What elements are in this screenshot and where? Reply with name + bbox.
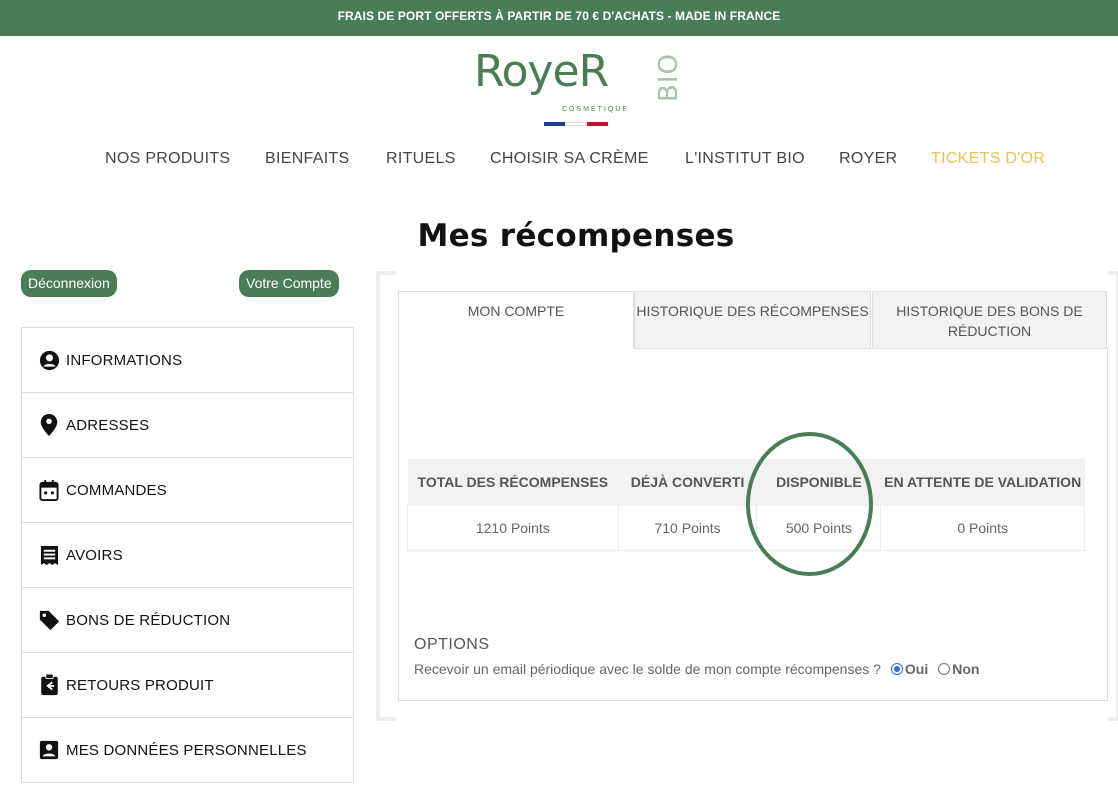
nav-choisir-sa-creme[interactable]: CHOISIR SA CRÈME [490, 150, 649, 168]
radio-non[interactable] [938, 663, 951, 675]
logo-subtitle: COSMETIQUE [562, 106, 630, 113]
radio-oui[interactable] [890, 663, 903, 675]
sidebar-item-informations[interactable]: INFORMATIONS [22, 328, 353, 393]
calendar-icon [38, 479, 60, 501]
highlight-circle [746, 432, 873, 576]
options-title: OPTIONS [414, 636, 490, 653]
tab-historique-recompenses[interactable]: HISTORIQUE DES RÉCOMPENSES [634, 291, 871, 349]
site-logo[interactable]: RoyeR BIO COSMETIQUE [470, 44, 685, 130]
sidebar-item-label: RETOURS PRODUIT [66, 676, 214, 694]
sidebar-item-label: INFORMATIONS [66, 351, 183, 369]
radio-oui-label[interactable]: Oui [905, 661, 928, 677]
nav-nos-produits[interactable]: NOS PRODUITS [105, 150, 230, 168]
tag-icon [38, 609, 60, 631]
nav-tickets-dor[interactable]: TICKETS D'OR [931, 150, 1045, 168]
main-navigation: NOS PRODUITS BIENFAITS RITUELS CHOISIR S… [0, 150, 1118, 174]
sidebar-item-label: ADRESSES [66, 416, 150, 434]
content-frame-right [1108, 271, 1118, 721]
sidebar-item-commandes[interactable]: COMMANDES [22, 458, 353, 523]
shipping-banner: FRAIS DE PORT OFFERTS À PARTIR DE 70 € D… [0, 0, 1118, 36]
sidebar-item-adresses[interactable]: ADRESSES [22, 393, 353, 458]
value-en-attente: 0 Points [880, 504, 1085, 551]
page-title: Mes récompenses [417, 218, 735, 254]
account-button[interactable]: Votre Compte [239, 270, 339, 297]
sidebar-item-donnees-personnelles[interactable]: MES DONNÉES PERSONNELLES [22, 718, 353, 783]
receipt-icon [38, 544, 60, 566]
header-deja-converti: DÉJÀ CONVERTI [618, 459, 757, 505]
id-card-icon [38, 739, 60, 761]
sidebar-item-label: MES DONNÉES PERSONNELLES [66, 741, 307, 759]
tab-historique-bons[interactable]: HISTORIQUE DES BONS DE RÉDUCTION [872, 291, 1107, 349]
header-total: TOTAL DES RÉCOMPENSES [407, 459, 619, 505]
sidebar-item-label: AVOIRS [66, 546, 123, 564]
logo-bio: BIO [654, 53, 684, 102]
nav-royer[interactable]: ROYER [839, 150, 897, 168]
sidebar-item-label: COMMANDES [66, 481, 167, 499]
logo-wordmark: RoyeR [474, 46, 609, 97]
account-sidebar: INFORMATIONS ADRESSES COMMANDES AVOIRS B… [21, 327, 354, 783]
logout-button[interactable]: Déconnexion [21, 270, 117, 297]
sidebar-item-label: BONS DE RÉDUCTION [66, 611, 231, 629]
sidebar-item-bons-de-reduction[interactable]: BONS DE RÉDUCTION [22, 588, 353, 653]
nav-institut-bio[interactable]: L'INSTITUT BIO [685, 150, 805, 168]
content-frame-left [376, 271, 396, 721]
radio-non-label[interactable]: Non [952, 661, 979, 677]
tab-mon-compte[interactable]: MON COMPTE [398, 291, 634, 349]
french-flag-icon [544, 122, 608, 126]
email-option-question: Recevoir un email périodique avec le sol… [414, 661, 881, 677]
nav-rituels[interactable]: RITUELS [386, 150, 456, 168]
sidebar-item-avoirs[interactable]: AVOIRS [22, 523, 353, 588]
nav-bienfaits[interactable]: BIENFAITS [265, 150, 350, 168]
email-option-row: Recevoir un email périodique avec le sol… [414, 661, 979, 677]
map-pin-icon [38, 414, 60, 436]
value-deja-converti: 710 Points [617, 504, 758, 551]
user-circle-icon [38, 349, 60, 371]
header-en-attente: EN ATTENTE DE VALIDATION [880, 459, 1085, 505]
sidebar-item-retours-produit[interactable]: RETOURS PRODUIT [22, 653, 353, 718]
return-clipboard-icon [38, 674, 60, 696]
value-total: 1210 Points [407, 504, 619, 551]
